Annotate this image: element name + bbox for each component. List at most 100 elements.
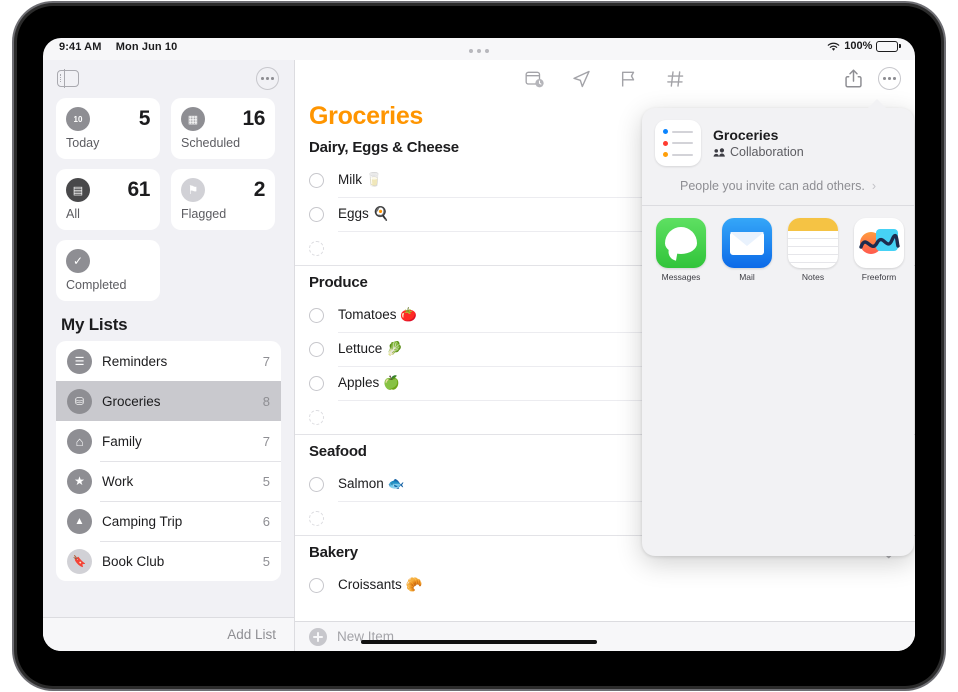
smart-list-label: Today xyxy=(66,136,100,150)
share-sheet-arrow xyxy=(867,99,887,109)
list-count: 7 xyxy=(262,353,270,369)
plus-circle-icon[interactable] xyxy=(309,627,327,646)
share-apps-row: Messages Mail Notes Freeform xyxy=(642,206,914,282)
checkbox[interactable] xyxy=(309,409,324,425)
sidebar-toolbar xyxy=(43,60,294,98)
main-more-options-icon[interactable] xyxy=(878,67,901,90)
checkbox[interactable] xyxy=(309,206,324,222)
smart-list-flagged[interactable]: ⚑ 2 Flagged xyxy=(171,169,275,230)
multitasking-handle-icon[interactable] xyxy=(469,49,489,53)
star-icon: ★ xyxy=(67,468,92,494)
share-sheet-subtitle: Collaboration xyxy=(730,145,804,159)
smart-list-today[interactable]: 10 5 Today xyxy=(56,98,160,159)
item-label: Apples xyxy=(338,375,380,390)
main-toolbar xyxy=(295,60,915,98)
share-sheet-popover: Groceries Collaboration People you invit… xyxy=(642,108,914,556)
flag-icon[interactable] xyxy=(619,69,639,89)
share-permissions-row[interactable]: People you invite can add others. › xyxy=(642,166,914,206)
checkbox[interactable] xyxy=(309,307,324,323)
share-target-notes[interactable]: Notes xyxy=(788,218,838,282)
share-target-freeform[interactable]: Freeform xyxy=(854,218,904,282)
share-permissions-label: People you invite can add others. xyxy=(680,179,865,193)
smart-list-scheduled[interactable]: ▦ 16 Scheduled xyxy=(171,98,275,159)
people-collaboration-icon xyxy=(713,147,725,157)
notes-app-icon xyxy=(788,218,838,268)
sidebar-item-camping-trip[interactable]: ▲ Camping Trip 6 xyxy=(56,501,281,541)
add-list-button[interactable]: Add List xyxy=(227,627,276,642)
battery-percent-label: 100% xyxy=(844,40,873,52)
reminder-item[interactable]: Croissants 🥐 xyxy=(309,568,915,602)
smart-list-label: All xyxy=(66,207,80,221)
my-lists-card: ☰ Reminders 7 ⛁ Groceries 8 ⌂ Family 7 ★ xyxy=(56,341,281,581)
list-label: Reminders xyxy=(102,353,168,369)
checkbox[interactable] xyxy=(309,375,324,391)
sidebar-item-book-club[interactable]: 🔖 Book Club 5 xyxy=(56,541,281,581)
tag-hashtag-icon[interactable] xyxy=(666,69,686,89)
share-target-messages[interactable]: Messages xyxy=(656,218,706,282)
share-sheet-title: Groceries xyxy=(713,127,779,143)
item-label: Croissants xyxy=(338,577,402,592)
item-emoji: 🥛 xyxy=(365,172,383,187)
status-bar-right: 100% xyxy=(827,40,901,52)
smart-list-completed[interactable]: ✓ Completed xyxy=(56,240,160,301)
checkbox[interactable] xyxy=(309,510,324,526)
sidebar-item-family[interactable]: ⌂ Family 7 xyxy=(56,421,281,461)
home-indicator xyxy=(361,640,597,644)
list-count: 5 xyxy=(262,553,270,569)
status-time: 9:41 AM xyxy=(59,41,102,53)
item-label: Lettuce xyxy=(338,341,383,356)
status-date: Mon Jun 10 xyxy=(115,41,178,53)
share-target-mail[interactable]: Mail xyxy=(722,218,772,282)
share-target-label: Mail xyxy=(739,272,755,282)
sidebar-item-reminders[interactable]: ☰ Reminders 7 xyxy=(56,341,281,381)
today-calendar-icon: 10 xyxy=(66,107,90,131)
scheduled-calendar-icon: ▦ xyxy=(181,107,205,131)
item-emoji: 🍳 xyxy=(372,206,390,221)
new-item-bar[interactable]: New Item xyxy=(295,621,915,651)
list-label: Work xyxy=(102,473,134,489)
item-label: Salmon xyxy=(338,476,384,491)
ipad-screen: 9:41 AM Mon Jun 10 100% 10 5 Today ▦ 16 … xyxy=(43,38,915,651)
chevron-right-icon: › xyxy=(868,179,876,193)
share-icon[interactable] xyxy=(841,66,866,91)
location-arrow-icon[interactable] xyxy=(572,69,592,89)
smart-list-label: Completed xyxy=(66,278,127,292)
checkbox[interactable] xyxy=(309,172,324,188)
checkbox[interactable] xyxy=(309,240,324,256)
checkbox[interactable] xyxy=(309,577,324,593)
basket-icon: ⛁ xyxy=(67,388,92,414)
list-label: Book Club xyxy=(102,553,165,569)
share-sheet-subtitle-row: Collaboration xyxy=(713,145,804,159)
list-label: Camping Trip xyxy=(102,513,183,529)
sidebar-footer: Add List xyxy=(43,617,294,651)
item-emoji: 🍅 xyxy=(400,307,418,322)
freeform-app-icon xyxy=(854,218,904,268)
smart-list-count: 61 xyxy=(127,178,150,201)
list-label: Family xyxy=(102,433,142,449)
bookmark-icon: 🔖 xyxy=(67,548,92,574)
sidebar-toggle-icon[interactable] xyxy=(57,69,79,88)
list-count: 7 xyxy=(262,433,270,449)
share-sheet-meta: Groceries Collaboration xyxy=(713,127,804,159)
house-icon: ⌂ xyxy=(67,428,92,454)
share-target-label: Notes xyxy=(801,272,825,282)
list-count: 8 xyxy=(262,393,270,409)
wifi-icon xyxy=(827,42,840,51)
main-toolbar-right xyxy=(841,66,901,91)
checkbox[interactable] xyxy=(309,476,324,492)
smart-list-all[interactable]: ▤ 61 All xyxy=(56,169,160,230)
item-emoji: 🍏 xyxy=(383,375,400,390)
sidebar-item-work[interactable]: ★ Work 5 xyxy=(56,461,281,501)
sidebar: 10 5 Today ▦ 16 Scheduled ▤ 61 All ⚑ 2 F… xyxy=(43,60,295,651)
tent-icon: ▲ xyxy=(67,508,92,534)
item-emoji: 🐟 xyxy=(387,476,405,491)
my-lists-heading: My Lists xyxy=(61,315,128,334)
sidebar-item-groceries[interactable]: ⛁ Groceries 8 xyxy=(56,381,281,421)
sidebar-more-options-icon[interactable] xyxy=(256,67,279,90)
flag-icon: ⚑ xyxy=(181,178,205,202)
battery-icon xyxy=(876,40,901,52)
messages-app-icon xyxy=(656,218,706,268)
list-label: Groceries xyxy=(102,393,161,409)
calendar-badge-icon[interactable] xyxy=(525,69,545,89)
checkbox[interactable] xyxy=(309,341,324,357)
